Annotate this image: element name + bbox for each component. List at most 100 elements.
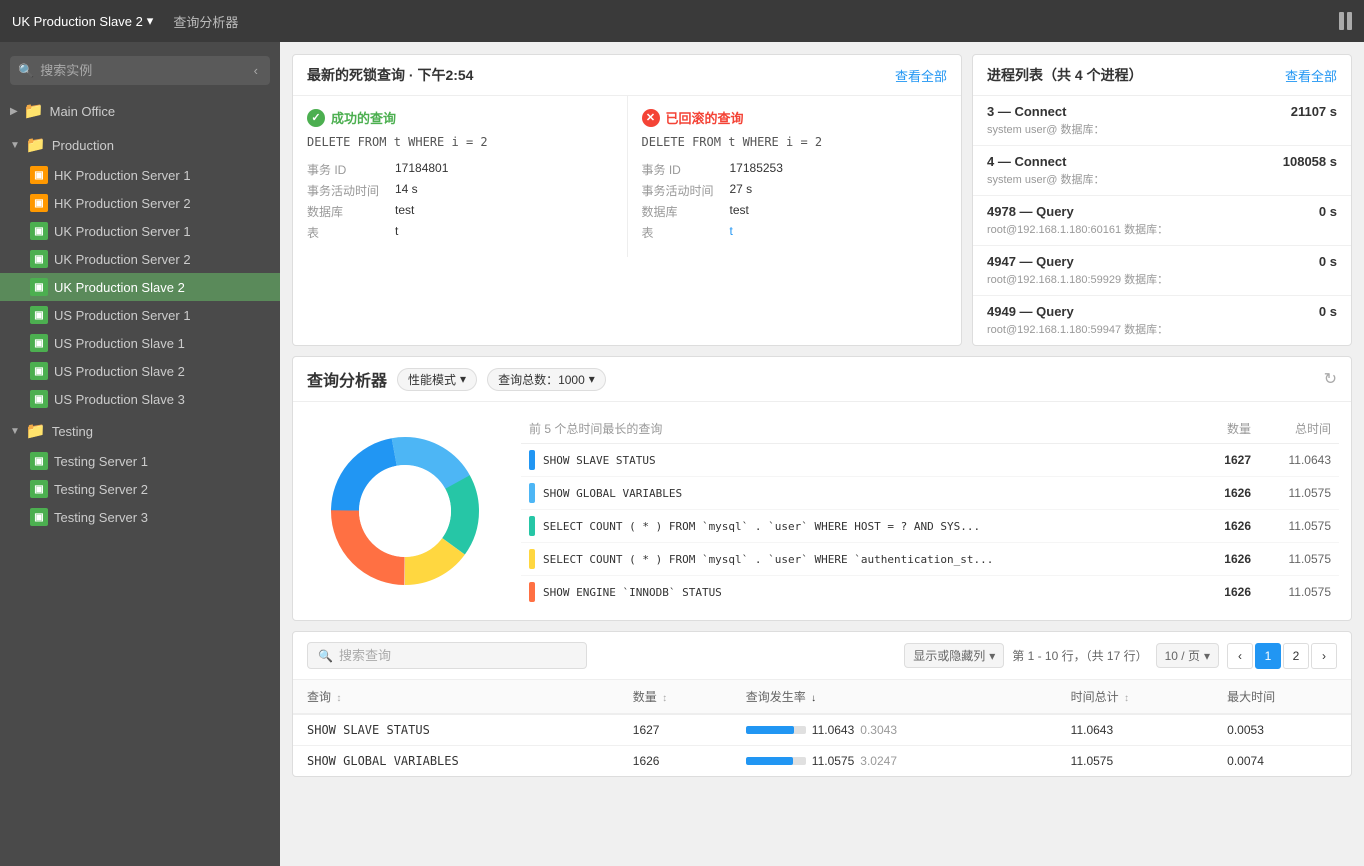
col-name: 前 5 个总时间最长的查询 <box>529 420 1171 437</box>
show-columns-button[interactable]: 显示或隐藏列 ▾ <box>904 643 1004 668</box>
item-label: UK Production Server 1 <box>54 224 191 239</box>
prev-page-button[interactable]: ‹ <box>1227 643 1253 669</box>
top-query-row: SHOW ENGINE `INNODB` STATUS 1626 11.0575 <box>521 576 1339 608</box>
item-label: HK Production Server 2 <box>54 196 191 211</box>
process-id: 4978 — Query <box>987 204 1168 219</box>
item-label: US Production Slave 1 <box>54 336 185 351</box>
process-id: 3 — Connect <box>987 104 1105 119</box>
sidebar: 🔍 ‹ ▶ 📁 Main Office ▼ 📁 Production ▣ HK … <box>0 42 280 866</box>
sidebar-item-us1[interactable]: ▣ US Production Server 1 <box>0 301 280 329</box>
server-icon-orange: ▣ <box>30 194 48 212</box>
ftx-id-value: 17185253 <box>730 161 783 178</box>
fdb-value: test <box>730 203 749 220</box>
chevron-down-icon: ▼ <box>10 426 20 437</box>
process-view-all[interactable]: 查看全部 <box>1285 66 1337 85</box>
top-query-row: SHOW GLOBAL VARIABLES 1626 11.0575 <box>521 477 1339 510</box>
process-sub: root@192.168.1.180:59947 数据库： <box>987 321 1168 337</box>
col-time[interactable]: 时间总计 ↕ <box>1057 680 1214 714</box>
tx-time-value: 14 s <box>395 182 418 199</box>
sidebar-item-test3[interactable]: ▣ Testing Server 3 <box>0 503 280 531</box>
show-cols-arrow: ▾ <box>989 649 995 663</box>
query-time: 11.0575 <box>1251 552 1331 566</box>
sidebar-item-us-slave2[interactable]: ▣ US Production Slave 2 <box>0 357 280 385</box>
sidebar-item-test2[interactable]: ▣ Testing Server 2 <box>0 475 280 503</box>
sidebar-item-uk-slave2[interactable]: ▣ UK Production Slave 2 <box>0 273 280 301</box>
col-query[interactable]: 查询 ↕ <box>293 680 619 714</box>
query-count: 1626 <box>1171 585 1251 599</box>
process-time: 0 s <box>1319 254 1337 269</box>
col-maxtime[interactable]: 最大时间 <box>1213 680 1351 714</box>
ftable-value[interactable]: t <box>730 224 733 241</box>
sidebar-item-hk2[interactable]: ▣ HK Production Server 2 <box>0 189 280 217</box>
sidebar-group-main-office: ▶ 📁 Main Office <box>0 95 280 127</box>
mode-badge[interactable]: 性能模式 ▾ <box>397 368 477 391</box>
sidebar-item-uk1[interactable]: ▣ UK Production Server 1 <box>0 217 280 245</box>
sidebar-item-uk2[interactable]: ▣ UK Production Server 2 <box>0 245 280 273</box>
process-time: 108058 s <box>1283 154 1337 169</box>
sidebar-item-test1[interactable]: ▣ Testing Server 1 <box>0 447 280 475</box>
sidebar-item-testing[interactable]: ▼ 📁 Testing <box>0 415 280 447</box>
mode-arrow: ▾ <box>460 372 466 386</box>
sidebar-group-production: ▼ 📁 Production ▣ HK Production Server 1 … <box>0 129 280 413</box>
server-selector[interactable]: UK Production Slave 2 ▾ <box>12 13 153 29</box>
query-name: SHOW ENGINE `INNODB` STATUS <box>543 586 1171 599</box>
item-label: UK Production Server 2 <box>54 252 191 267</box>
sidebar-item-production[interactable]: ▼ 📁 Production <box>0 129 280 161</box>
sort-icon-active: ↓ <box>811 693 816 704</box>
col-freq[interactable]: 查询发生率 ↓ <box>732 680 1057 714</box>
deadlock-card: 最新的死锁查询 · 下午2:54 查看全部 ✓ 成功的查询 DELETE FRO… <box>292 54 962 346</box>
sidebar-item-us-slave3[interactable]: ▣ US Production Slave 3 <box>0 385 280 413</box>
col-time: 总时间 <box>1251 420 1331 437</box>
page-2-button[interactable]: 2 <box>1283 643 1309 669</box>
server-icon-green: ▣ <box>30 362 48 380</box>
table-label: 表 <box>307 224 387 241</box>
process-sub: root@192.168.1.180:59929 数据库： <box>987 271 1168 287</box>
query-maxtime: 0.0074 <box>1213 746 1351 777</box>
process-sub: system user@ 数据库： <box>987 171 1105 187</box>
sidebar-item-us-slave1[interactable]: ▣ US Production Slave 1 <box>0 329 280 357</box>
item-label: US Production Server 1 <box>54 308 191 323</box>
next-page-button[interactable]: › <box>1311 643 1337 669</box>
process-list-card: 进程列表（共 4 个进程） 查看全部 3 — Connect system us… <box>972 54 1352 346</box>
query-freq: 11.0643 0.3043 <box>732 714 1057 746</box>
query-count: 1626 <box>1171 486 1251 500</box>
table-row: SHOW GLOBAL VARIABLES 1626 11.0575 3.024… <box>293 746 1351 777</box>
query-search-input[interactable] <box>339 648 576 663</box>
process-id: 4947 — Query <box>987 254 1168 269</box>
bar-dot <box>529 582 535 602</box>
query-count: 1627 <box>1171 453 1251 467</box>
count-badge[interactable]: 查询总数：1000 ▾ <box>487 368 606 391</box>
per-page-selector[interactable]: 10 / 页 ▾ <box>1156 643 1219 668</box>
query-search[interactable]: 🔍 <box>307 642 587 669</box>
process-title: 进程列表（共 4 个进程） <box>987 65 1143 85</box>
bar-dot <box>529 450 535 470</box>
donut-chart <box>305 414 505 608</box>
top-query-row: SHOW SLAVE STATUS 1627 11.0643 <box>521 444 1339 477</box>
query-time: 11.0575 <box>1057 746 1214 777</box>
error-icon: ✕ <box>642 109 660 127</box>
sidebar-item-hk1[interactable]: ▣ HK Production Server 1 <box>0 161 280 189</box>
page-1-button[interactable]: 1 <box>1255 643 1281 669</box>
pause-button[interactable] <box>1339 12 1352 30</box>
server-name: UK Production Slave 2 <box>12 14 143 29</box>
fdb-label: 数据库 <box>642 203 722 220</box>
query-name: SELECT COUNT ( * ) FROM `mysql` . `user`… <box>543 553 1171 566</box>
page-info: 第 1 - 10 行，（共 17 行） <box>1012 647 1147 664</box>
query-text: SHOW SLAVE STATUS <box>293 714 619 746</box>
process-time: 21107 s <box>1291 104 1337 119</box>
sidebar-item-main-office[interactable]: ▶ 📁 Main Office <box>0 95 280 127</box>
search-icon: 🔍 <box>18 63 34 79</box>
top-queries-table: 前 5 个总时间最长的查询 数量 总时间 SHOW SLAVE STATUS 1… <box>521 414 1339 608</box>
deadlock-view-all[interactable]: 查看全部 <box>895 66 947 85</box>
query-time: 11.0643 <box>1057 714 1214 746</box>
item-label: US Production Slave 2 <box>54 364 185 379</box>
failed-sql: DELETE FROM t WHERE i = 2 <box>642 135 948 149</box>
server-icon-green: ▣ <box>30 278 48 296</box>
query-time: 11.0575 <box>1251 585 1331 599</box>
back-button[interactable]: ‹ <box>250 61 262 80</box>
search-bar[interactable]: 🔍 ‹ <box>10 56 270 85</box>
refresh-button[interactable]: ↻ <box>1324 369 1337 389</box>
col-count[interactable]: 数量 ↕ <box>619 680 732 714</box>
folder-icon: 📁 <box>26 135 46 155</box>
search-input[interactable] <box>40 63 243 78</box>
